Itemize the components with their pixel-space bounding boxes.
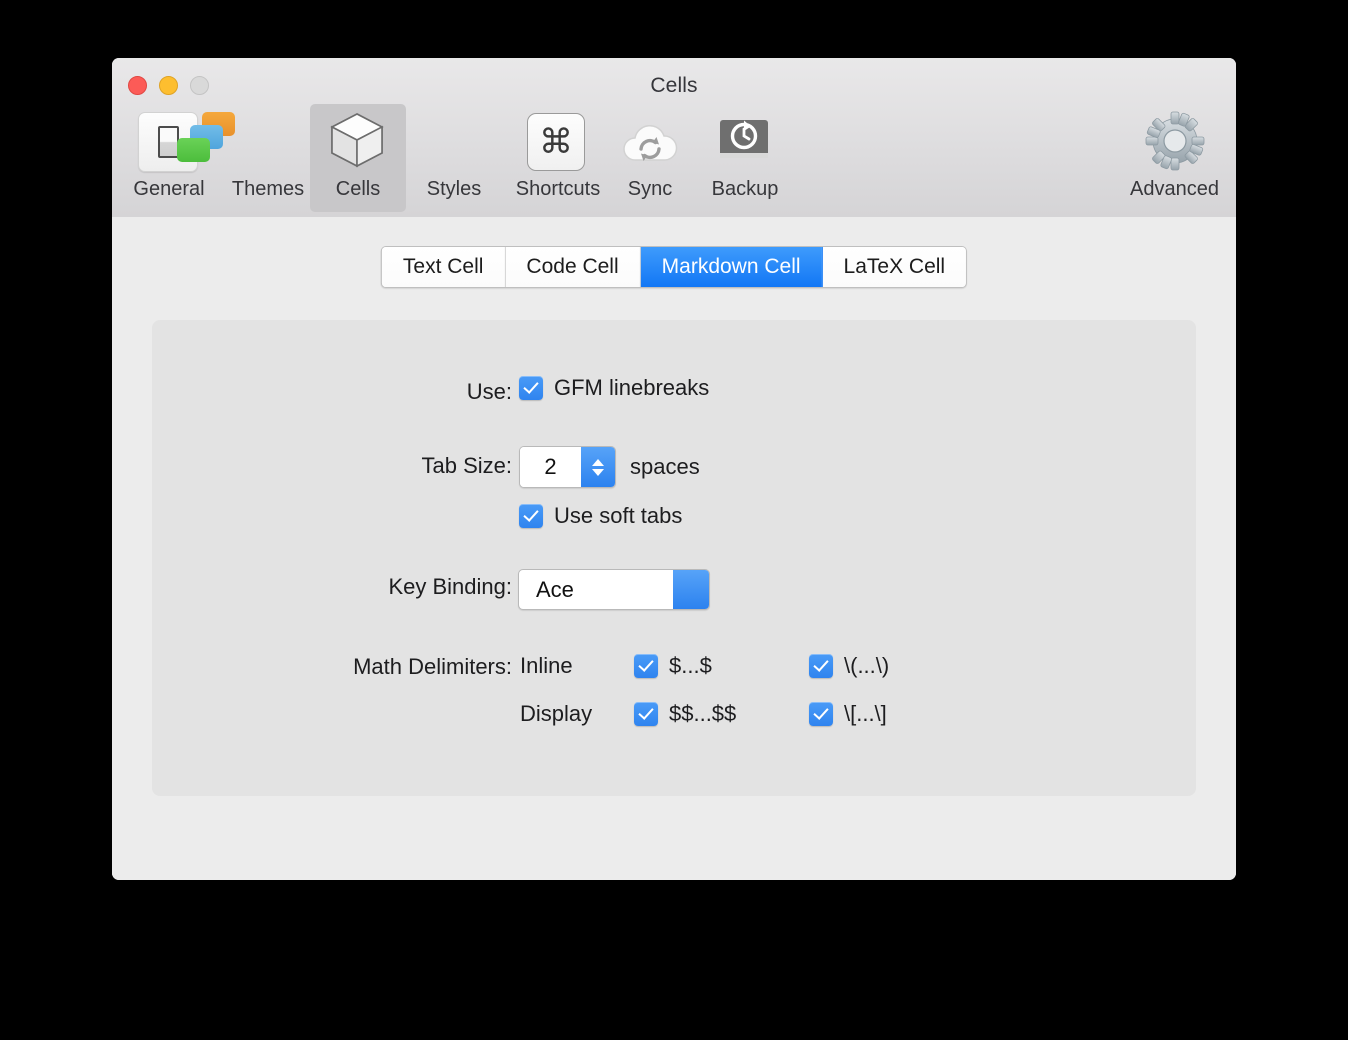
- toolbar-label-cells: Cells: [335, 178, 381, 200]
- math-inline-paren-label: \(...\): [844, 653, 890, 678]
- preferences-content: Text Cell Code Cell Markdown Cell LaTeX …: [112, 217, 1236, 880]
- color-wheel-icon: [423, 110, 485, 172]
- math-display-bracket-checkbox[interactable]: [809, 702, 833, 726]
- command-key-icon: ⌘: [527, 110, 589, 172]
- use-label: Use:: [466, 379, 512, 404]
- key-binding-select[interactable]: Ace: [518, 569, 710, 610]
- backup-drive-icon: [714, 110, 776, 172]
- gfm-linebreaks-label: GFM linebreaks: [554, 375, 710, 400]
- tab-size-value[interactable]: 2: [520, 447, 581, 487]
- tab-latex-cell[interactable]: LaTeX Cell: [822, 247, 967, 287]
- preferences-toolbar: General Themes Cells Styles ⌘ Shortcuts …: [112, 104, 1236, 217]
- math-inline-paren-checkbox[interactable]: [809, 654, 833, 678]
- math-inline-row: Inline $...$ \(...\): [520, 653, 889, 679]
- gfm-linebreaks-checkbox[interactable]: [519, 376, 543, 400]
- math-display-kind: Display: [520, 701, 593, 726]
- window-titlebar: Cells General Themes Cells Styles ⌘ Shor…: [112, 58, 1236, 218]
- toolbar-label-styles: Styles: [426, 178, 482, 200]
- cloud-sync-icon: [619, 110, 681, 172]
- key-binding-value: Ace: [536, 576, 574, 602]
- tab-text-cell[interactable]: Text Cell: [381, 247, 506, 287]
- use-soft-tabs-checkbox[interactable]: [519, 504, 543, 528]
- toolbar-item-advanced[interactable]: Advanced: [1112, 104, 1236, 212]
- stacked-cards-icon: [177, 110, 299, 172]
- cell-type-tabs: Text Cell Code Cell Markdown Cell LaTeX …: [380, 246, 968, 288]
- math-display-row: Display $$...$$ \[...\]: [520, 701, 887, 727]
- key-binding-label: Key Binding:: [388, 574, 512, 599]
- stepper-down-icon[interactable]: [592, 468, 604, 476]
- math-display-bracket-label: \[...\]: [844, 701, 887, 726]
- tab-size-unit: spaces: [630, 454, 700, 479]
- gfm-linebreaks-row: GFM linebreaks: [519, 375, 709, 401]
- toolbar-item-sync[interactable]: Sync: [602, 104, 698, 212]
- math-delimiters-label: Math Delimiters:: [353, 654, 512, 679]
- tab-size-label: Tab Size:: [421, 453, 513, 478]
- tab-size-stepper[interactable]: 2: [519, 446, 616, 488]
- toolbar-label-general: General: [133, 178, 205, 200]
- window-title: Cells: [650, 74, 698, 97]
- use-soft-tabs-label: Use soft tabs: [554, 503, 683, 528]
- key-binding-select-arrows[interactable]: [673, 570, 709, 609]
- soft-tabs-row: Use soft tabs: [519, 503, 682, 529]
- key-binding-row: Ace: [518, 569, 710, 610]
- markdown-cell-settings-panel: Use: GFM linebreaks Tab Size: 2 spaces U…: [152, 320, 1196, 796]
- math-display-dollar-checkbox[interactable]: [634, 702, 658, 726]
- math-display-dollar-label: $$...$$: [669, 701, 737, 726]
- stepper-up-icon[interactable]: [592, 458, 604, 466]
- tab-size-stepper-arrows[interactable]: [581, 447, 615, 487]
- toolbar-item-backup[interactable]: Backup: [689, 104, 801, 212]
- toolbar-label-themes: Themes: [231, 178, 305, 200]
- math-inline-kind: Inline: [520, 653, 573, 678]
- toolbar-label-shortcuts: Shortcuts: [515, 178, 601, 200]
- math-inline-dollar-label: $...$: [669, 653, 712, 678]
- toolbar-item-cells[interactable]: Cells: [310, 104, 406, 212]
- toolbar-item-styles[interactable]: Styles: [406, 104, 502, 212]
- toolbar-item-themes[interactable]: Themes: [177, 104, 316, 212]
- toolbar-label-advanced: Advanced: [1130, 178, 1219, 200]
- toolbar-label-sync: Sync: [627, 178, 673, 200]
- tab-size-row: 2 spaces: [519, 446, 700, 488]
- tab-markdown-cell[interactable]: Markdown Cell: [640, 247, 823, 287]
- preferences-window: Cells General Themes Cells Styles ⌘ Shor…: [112, 58, 1236, 880]
- math-inline-dollar-checkbox[interactable]: [634, 654, 658, 678]
- tab-code-cell[interactable]: Code Cell: [505, 247, 641, 287]
- gear-icon: [1144, 110, 1206, 172]
- cube-icon: [327, 110, 389, 172]
- toolbar-label-backup: Backup: [711, 178, 779, 200]
